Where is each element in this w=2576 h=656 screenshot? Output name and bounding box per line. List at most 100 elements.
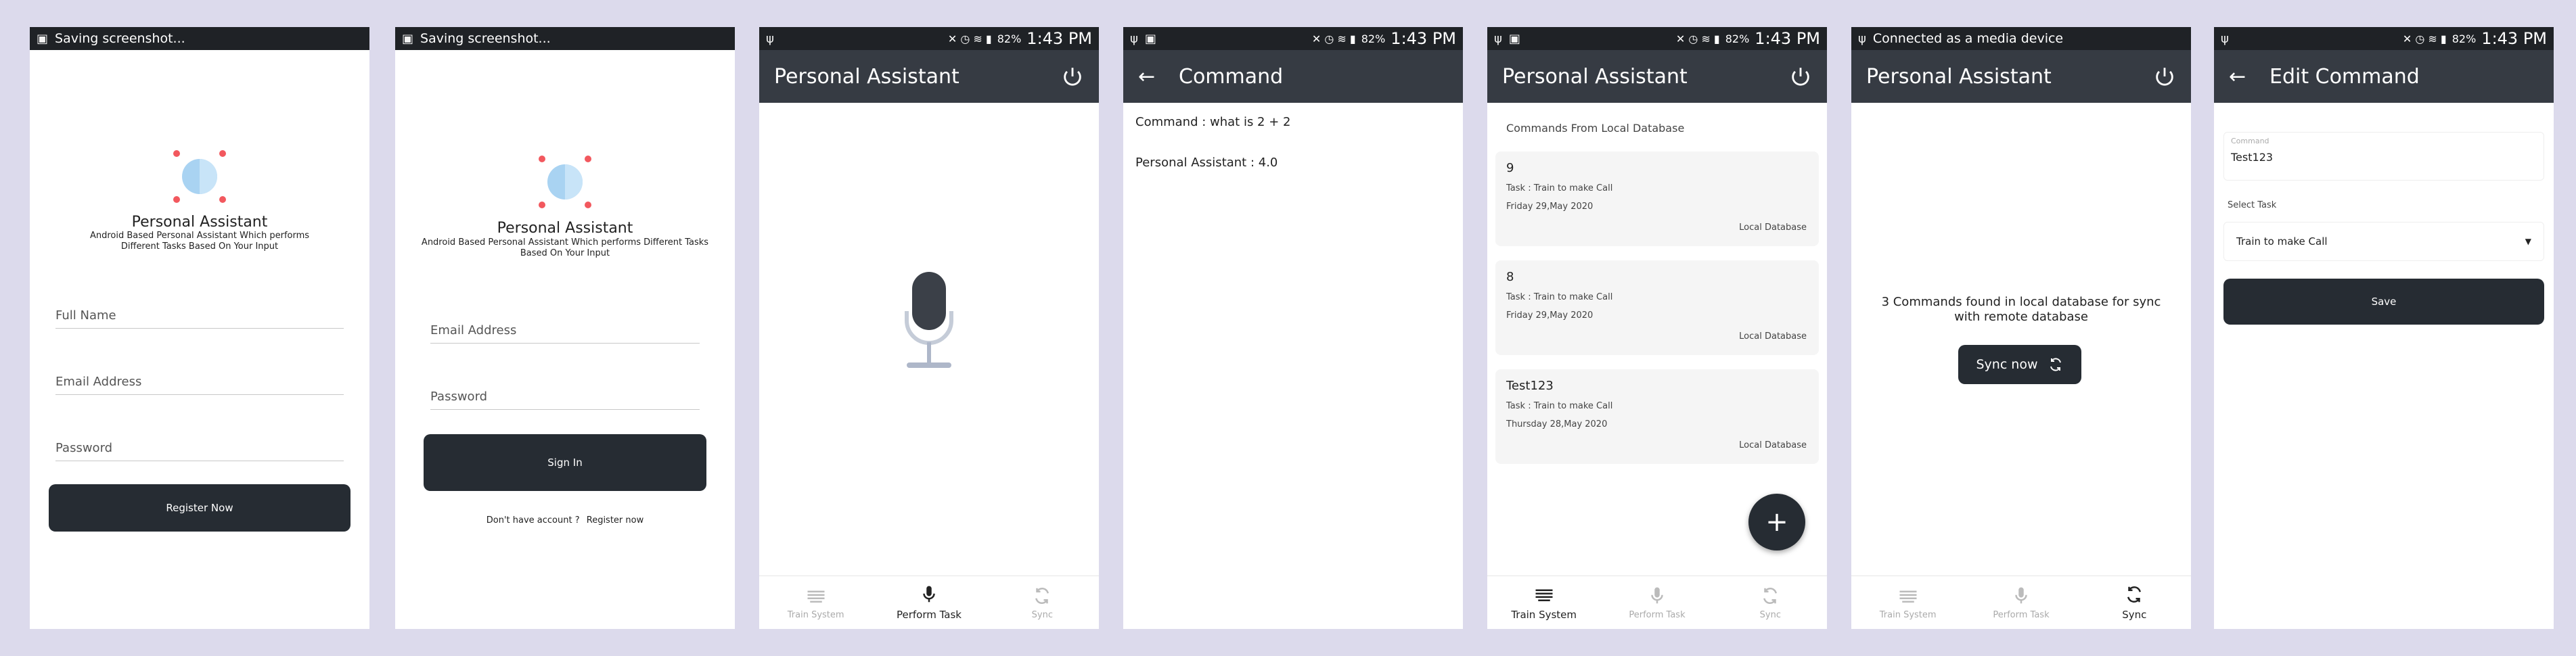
register-screen: ▣ Saving screenshot... Personal Assistan… — [30, 27, 369, 629]
signin-screen: ▣ Saving screenshot... Personal Assistan… — [395, 27, 735, 629]
keyboard-icon — [1899, 590, 1917, 603]
response-text: Personal Assistant : 4.0 — [1135, 156, 1278, 170]
nav-sync[interactable]: Sync — [1714, 576, 1827, 629]
status-bar: ▣ Saving screenshot... — [395, 27, 735, 50]
email-field[interactable]: Email Address — [55, 357, 344, 395]
nav-train-system[interactable]: Train System — [1851, 576, 1964, 629]
nav-perform-task[interactable]: Perform Task — [1964, 576, 2077, 629]
keyboard-icon — [807, 590, 825, 603]
sync-icon — [1763, 587, 1778, 604]
status-bar: ψ ✕ ◷ ≋ ▮ 82% 1:43 PM — [2214, 27, 2554, 50]
signal-icons: ✕ ◷ ≋ ▮ — [1311, 32, 1356, 45]
nav-train-system[interactable]: Train System — [759, 576, 872, 629]
status-bar: ψ ▣ ✕ ◷ ≋ ▮ 82% 1:43 PM — [1487, 27, 1827, 50]
signal-icons: ✕ ◷ ≋ ▮ — [1675, 32, 1720, 45]
app-bar-title: Personal Assistant — [774, 64, 959, 89]
status-text: Saving screenshot... — [55, 31, 185, 46]
command-card[interactable]: Test123 Task : Train to make Call Thursd… — [1495, 369, 1819, 464]
clock: 1:43 PM — [1391, 29, 1456, 48]
microphone-icon — [2015, 587, 2027, 603]
add-command-button[interactable]: + — [1748, 494, 1805, 550]
edit-command-screen: ψ ✕ ◷ ≋ ▮ 82% 1:43 PM ← Edit Command Com… — [2214, 27, 2554, 629]
command-screen: ψ ▣ ✕ ◷ ≋ ▮ 82% 1:43 PM ← Command Command… — [1123, 27, 1463, 629]
keyboard-icon — [1535, 589, 1553, 601]
task-select[interactable]: Train to make Call ▼ — [2223, 222, 2544, 261]
source-badge: Local Database — [1739, 222, 1807, 233]
image-icon: ▣ — [402, 31, 414, 46]
app-bar-title: Personal Assistant — [1502, 64, 1688, 89]
sync-icon — [2127, 586, 2142, 603]
app-logo-icon — [539, 156, 591, 208]
perform-task-screen: ψ ✕ ◷ ≋ ▮ 82% 1:43 PM Personal Assistant… — [759, 27, 1099, 629]
app-name: Personal Assistant — [497, 220, 633, 237]
battery-level: 82% — [1725, 32, 1750, 45]
app-bar: Personal Assistant — [759, 50, 1099, 103]
command-card[interactable]: 8 Task : Train to make Call Friday 29,Ma… — [1495, 260, 1819, 355]
battery-level: 82% — [1361, 32, 1386, 45]
email-field[interactable]: Email Address — [430, 306, 700, 344]
password-field[interactable]: Password — [55, 423, 344, 461]
password-field[interactable]: Password — [430, 372, 700, 410]
app-subtitle: Android Based Personal Assistant Which p… — [89, 231, 310, 252]
power-icon[interactable] — [2153, 65, 2176, 88]
bottom-nav: Train System Perform Task Sync — [1851, 576, 2191, 629]
app-bar-title: Command — [1179, 64, 1284, 89]
register-prompt: Don't have account ? Register now — [395, 515, 735, 525]
no-account-text: Don't have account ? — [486, 515, 580, 525]
image-icon: ▣ — [37, 31, 49, 46]
back-arrow-icon[interactable]: ← — [2229, 65, 2269, 89]
sync-icon — [1035, 587, 1049, 604]
app-subtitle: Android Based Personal Assistant Which p… — [421, 237, 709, 258]
bottom-nav: Train System Perform Task Sync — [1487, 576, 1827, 629]
usb-icon: ψ — [766, 31, 774, 46]
usb-icon: ψ — [1494, 31, 1502, 46]
source-badge: Local Database — [1739, 331, 1807, 342]
register-button[interactable]: Register Now — [49, 484, 351, 532]
nav-sync[interactable]: Sync — [986, 576, 1099, 629]
signin-button[interactable]: Sign In — [424, 434, 706, 491]
full-name-field[interactable]: Full Name — [55, 291, 344, 329]
command-text: Command : what is 2 + 2 — [1135, 115, 1291, 129]
app-bar-title: Personal Assistant — [1866, 64, 2052, 89]
app-bar: Personal Assistant — [1487, 50, 1827, 103]
command-card[interactable]: 9 Task : Train to make Call Friday 29,Ma… — [1495, 151, 1819, 246]
train-system-screen: ψ ▣ ✕ ◷ ≋ ▮ 82% 1:43 PM Personal Assistan… — [1487, 27, 1827, 629]
image-icon: ▣ — [1508, 31, 1520, 46]
nav-train-system[interactable]: Train System — [1487, 576, 1600, 629]
nav-sync[interactable]: Sync — [2078, 576, 2191, 629]
status-bar: ψ Connected as a media device — [1851, 27, 2191, 50]
status-bar: ▣ Saving screenshot... — [30, 27, 369, 50]
microphone-icon[interactable] — [897, 271, 961, 372]
source-badge: Local Database — [1739, 440, 1807, 450]
command-input[interactable]: Command Test123 — [2223, 132, 2544, 181]
microphone-icon — [923, 586, 935, 603]
battery-level: 82% — [997, 32, 1022, 45]
microphone-icon — [1651, 587, 1663, 603]
nav-perform-task[interactable]: Perform Task — [1600, 576, 1713, 629]
status-text: Connected as a media device — [1872, 31, 2064, 46]
app-logo-icon — [173, 150, 226, 203]
app-bar: ← Command — [1123, 50, 1463, 103]
register-link[interactable]: Register now — [587, 515, 643, 525]
sync-icon — [2050, 358, 2061, 371]
chevron-down-icon: ▼ — [2525, 237, 2531, 246]
battery-level: 82% — [2451, 32, 2477, 45]
power-icon[interactable] — [1789, 65, 1812, 88]
clock: 1:43 PM — [2481, 29, 2547, 48]
status-bar: ψ ✕ ◷ ≋ ▮ 82% 1:43 PM — [759, 27, 1099, 50]
clock: 1:43 PM — [1026, 29, 1092, 48]
bottom-nav: Train System Perform Task Sync — [759, 576, 1099, 629]
task-select-value: Train to make Call — [2236, 235, 2328, 248]
command-value: Test123 — [2231, 151, 2274, 164]
app-bar: Personal Assistant — [1851, 50, 2191, 103]
power-icon[interactable] — [1061, 65, 1084, 88]
command-label: Command — [2231, 137, 2269, 145]
usb-icon: ψ — [1858, 31, 1866, 46]
save-button[interactable]: Save — [2223, 279, 2544, 325]
app-bar-title: Edit Command — [2269, 64, 2420, 89]
image-icon: ▣ — [1144, 31, 1156, 46]
app-name: Personal Assistant — [131, 214, 268, 231]
back-arrow-icon[interactable]: ← — [1138, 65, 1179, 89]
nav-perform-task[interactable]: Perform Task — [872, 576, 985, 629]
sync-now-button[interactable]: Sync now — [1958, 345, 2081, 384]
